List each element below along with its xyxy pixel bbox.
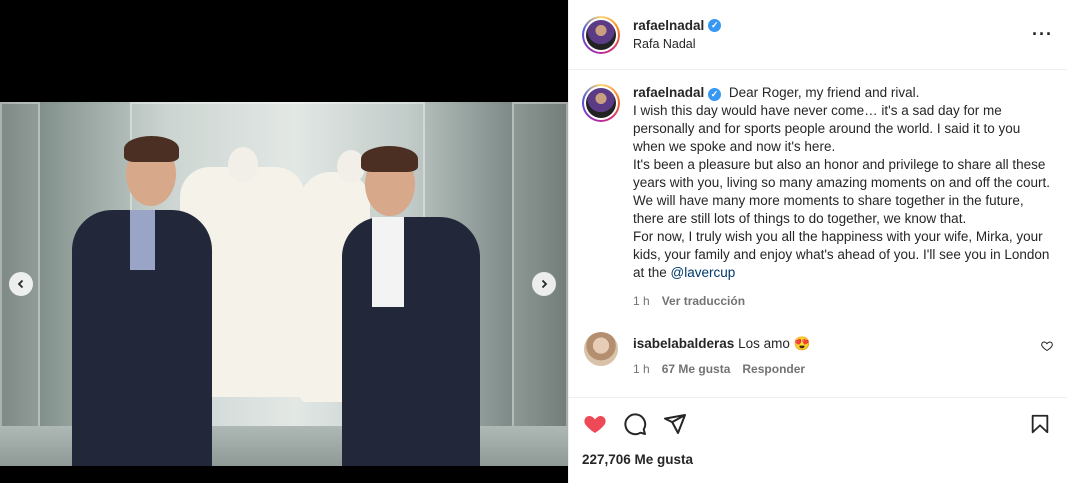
person-right-hair [361,146,418,172]
share-button[interactable] [662,411,688,437]
instagram-post: rafaelnadal ✓ Rafa Nadal ··· rafaelnadal… [0,0,1067,483]
share-icon [664,414,686,434]
comment-like-icon[interactable] [1041,340,1053,355]
action-bar: 227,706 Me gusta [569,397,1067,483]
chevron-left-icon [17,279,24,289]
caption-line-2: I wish this day would have never come… i… [633,103,1021,154]
verified-badge-icon: ✓ [708,87,722,101]
see-translation-button[interactable]: Ver traducción [662,292,745,310]
caption-line-3: It's been a pleasure but also an honor a… [633,157,1050,190]
caption-avatar-image [586,88,616,118]
comment-text: Los amo 😍 [738,336,811,351]
comment-icon [624,413,647,436]
person-right-shirt [372,217,404,307]
avatar-ring [584,17,618,52]
person-right [342,217,480,466]
comment-item: isabelabalderas Los amo 😍 1 h 67 Me gust… [582,332,1053,376]
caption-meta: 1 h Ver traducción [633,292,1053,310]
comment-likes[interactable]: 67 Me gusta [662,362,731,376]
caption-time[interactable]: 1 h [633,292,650,310]
previous-photo-button[interactable] [9,272,33,296]
person-left-hair [124,136,179,162]
avatar-image [586,19,616,50]
comments-section: rafaelnadal ✓ Dear Roger, my friend and … [569,70,1067,397]
author-username-text[interactable]: rafaelnadal [633,18,704,33]
caption-username-text[interactable]: rafaelnadal [633,85,704,100]
post-media [0,0,568,483]
caption-line-5: For now, I truly wish you all the happin… [633,228,1053,282]
next-photo-button[interactable] [532,272,556,296]
commenter-username[interactable]: isabelabalderas [633,336,734,351]
verified-badge-icon: ✓ [708,19,722,32]
likes-count[interactable]: 227,706 Me gusta [582,452,1053,467]
post-photo[interactable] [0,102,568,466]
author-username[interactable]: rafaelnadal ✓ [633,18,722,33]
reply-button[interactable]: Responder [742,362,805,376]
author-avatar[interactable] [582,15,620,54]
caption-line-1: Dear Roger, my friend and rival. [728,85,920,100]
bookmark-icon [1031,414,1049,434]
comment-meta: 1 h 67 Me gusta Responder [633,362,1041,376]
save-button[interactable] [1027,411,1053,437]
mention-link[interactable]: @lavercup [671,265,736,280]
header-text: rafaelnadal ✓ Rafa Nadal [633,18,1032,51]
post-side-panel: rafaelnadal ✓ Rafa Nadal ··· rafaelnadal… [568,0,1067,483]
caption-avatar-ring [584,86,618,120]
commenter-avatar[interactable] [584,332,618,366]
mannequin-head [228,147,258,182]
post-header: rafaelnadal ✓ Rafa Nadal ··· [569,0,1067,70]
author-fullname[interactable]: Rafa Nadal [633,37,1032,51]
comment-time[interactable]: 1 h [633,362,650,376]
comment-button[interactable] [622,411,648,437]
caption: rafaelnadal ✓ Dear Roger, my friend and … [582,84,1053,310]
caption-username[interactable]: rafaelnadal ✓ [633,85,722,101]
more-options-icon[interactable]: ··· [1032,24,1053,45]
heart-filled-icon [584,416,606,433]
like-button[interactable] [582,411,608,437]
person-left-shirt [130,210,155,270]
comment-body: isabelabalderas Los amo 😍 1 h 67 Me gust… [633,332,1041,376]
heart-outline-icon [1041,341,1053,352]
caption-body: rafaelnadal ✓ Dear Roger, my friend and … [633,84,1053,310]
chevron-right-icon [541,279,548,289]
caption-line-4: We will have many more moments to share … [633,193,1024,226]
action-row [582,404,1053,444]
caption-avatar[interactable] [582,84,620,122]
